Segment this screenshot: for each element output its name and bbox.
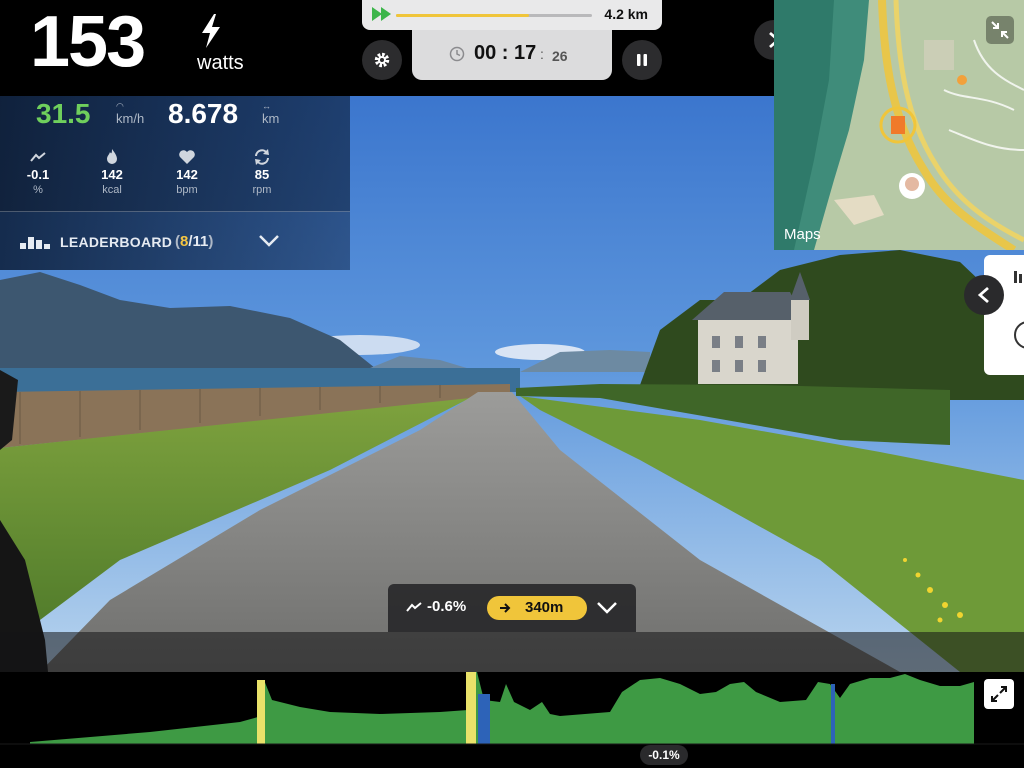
expand-icon	[991, 686, 1007, 702]
metric-cadence: 85 rpm	[232, 148, 292, 197]
timer-hours-minutes: 00 : 17	[474, 42, 537, 64]
collapse-icon	[991, 21, 1009, 39]
side-panel-card[interactable]	[984, 255, 1024, 375]
distance-value: 8.678	[168, 98, 239, 129]
leaderboard-bars-icon	[20, 237, 50, 249]
profile-header-strip	[0, 632, 1024, 672]
distance-ahead-value: 340m	[525, 599, 564, 616]
map-collapse-button[interactable]	[986, 16, 1014, 44]
speed-unit: ◠ km/h	[116, 101, 145, 127]
metric-heart-rate: 142 bpm	[157, 148, 217, 197]
incline-icon	[30, 152, 46, 162]
fast-forward-icon	[372, 7, 391, 21]
progress-track	[396, 14, 592, 17]
clock-icon	[449, 46, 465, 62]
settings-button[interactable]	[362, 40, 402, 80]
ride-stats-panel: 31.5 ◠ km/h 8.678 ↔ km -0.1 % 142 kcal 1…	[0, 96, 350, 212]
distance-unit: ↔ km	[262, 101, 280, 127]
incline-icon	[406, 602, 422, 612]
timer-seconds: 26	[552, 48, 568, 64]
elevation-profile-chart	[0, 668, 1024, 745]
position-marker	[478, 694, 490, 744]
route-map[interactable]: Maps	[774, 0, 1024, 250]
leaderboard-label: LEADERBOARD	[60, 234, 173, 250]
power-value: 153	[30, 2, 146, 82]
route-total-distance: 4.2 km	[604, 6, 648, 22]
upcoming-grade-value: -0.6%	[427, 598, 467, 615]
distance-arrows-icon: ↔	[262, 101, 271, 111]
metric-calories: 142 kcal	[82, 148, 142, 197]
gear-icon	[374, 52, 390, 68]
power-unit: watts	[197, 52, 244, 74]
flame-icon	[107, 149, 117, 164]
heart-icon	[179, 150, 195, 164]
progress-fill	[396, 14, 530, 17]
metric-incline: -0.1 %	[8, 148, 68, 197]
chevron-down-icon	[597, 602, 617, 614]
segment-marker	[831, 684, 835, 744]
speedometer-icon: ◠	[116, 101, 124, 111]
arrow-right-icon	[500, 603, 511, 613]
upcoming-grade-panel[interactable]: -0.6% 340m	[388, 584, 636, 632]
pause-icon	[637, 54, 647, 66]
climb-segment-marker	[466, 672, 476, 744]
timer-colon: :	[540, 46, 544, 62]
route-progress: 4.2 km	[362, 0, 662, 30]
pause-button[interactable]	[622, 40, 662, 80]
cadence-icon	[255, 149, 269, 165]
speed-value: 31.5	[36, 98, 91, 129]
leaderboard-toggle[interactable]: LEADERBOARD (8/11)	[0, 212, 350, 270]
climb-segment-marker	[257, 680, 265, 744]
elevation-profile[interactable]	[0, 668, 1024, 768]
leaderboard-rank: (8/11)	[175, 233, 214, 250]
ride-timer: 00 : 17 : 26	[412, 30, 612, 80]
bolt-icon	[202, 14, 220, 48]
chevron-down-icon	[259, 235, 279, 247]
previous-panel-button[interactable]	[964, 275, 1004, 315]
side-panel-preview-icon	[1014, 271, 1024, 349]
current-grade-badge: -0.1%	[640, 745, 688, 765]
chevron-left-icon	[977, 286, 989, 304]
maps-attribution: Maps	[784, 226, 821, 243]
distance-ahead-badge: 340m	[487, 596, 587, 620]
expand-profile-button[interactable]	[984, 679, 1014, 709]
